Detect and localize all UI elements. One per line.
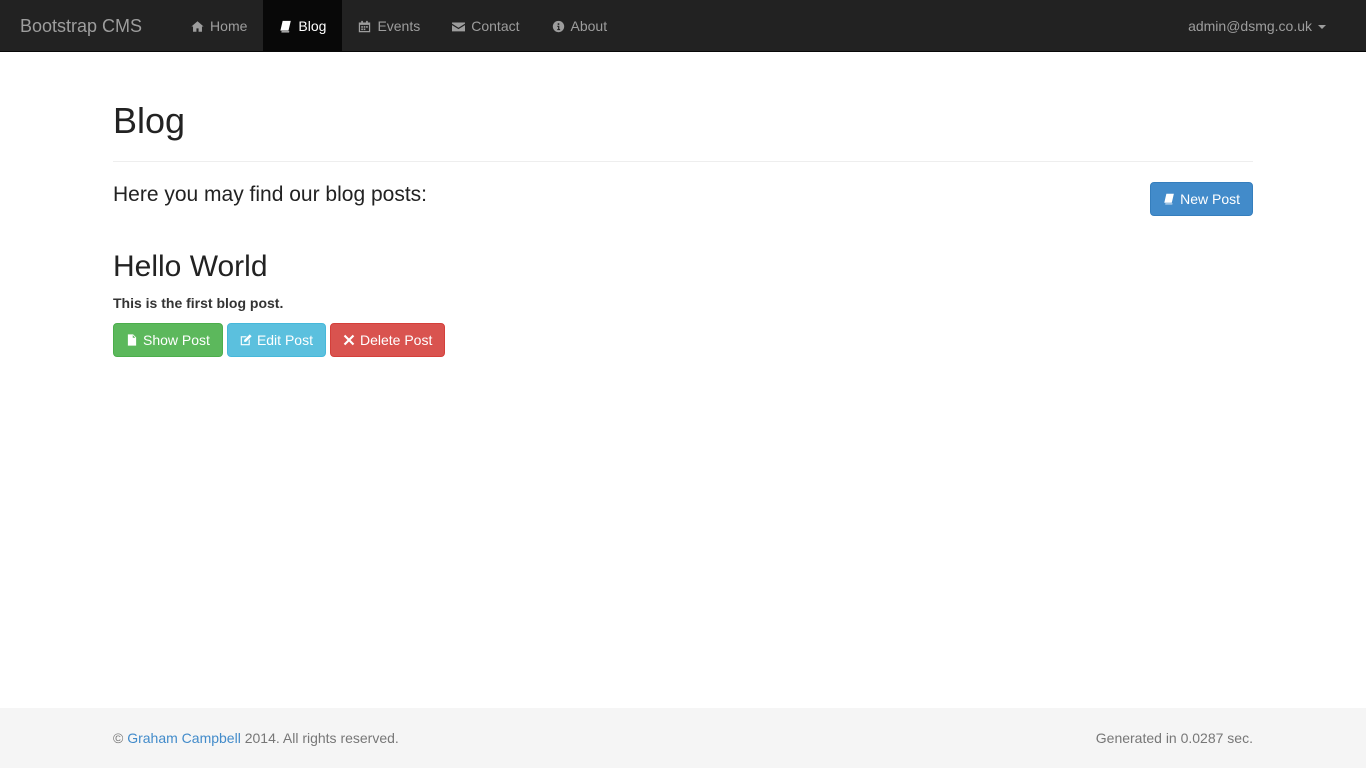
delete-post-label: Delete Post xyxy=(359,331,433,348)
home-icon xyxy=(191,20,204,33)
edit-post-button[interactable]: Edit Post xyxy=(226,322,326,357)
post-item: Hello World This is the first blog post.… xyxy=(113,250,1253,357)
nav-item-blog[interactable]: Blog xyxy=(263,0,343,52)
nav-item-label: Events xyxy=(377,18,421,34)
nav-item-home[interactable]: Home xyxy=(175,0,263,52)
nav-item-events[interactable]: Events xyxy=(342,0,436,52)
new-post-label: New Post xyxy=(1180,190,1240,207)
footer: © Graham Campbell 2014. All rights reser… xyxy=(0,708,1366,768)
nav-item-label: Contact xyxy=(471,18,520,34)
nav-item-label: About xyxy=(570,18,608,34)
brand-link[interactable]: Bootstrap CMS xyxy=(0,0,162,52)
footer-inner: © Graham Campbell 2014. All rights reser… xyxy=(113,708,1253,768)
post-title: Hello World xyxy=(113,249,268,283)
book-icon xyxy=(1163,193,1175,205)
show-post-label: Show Post xyxy=(143,331,210,348)
show-post-button[interactable]: Show Post xyxy=(113,322,223,357)
new-post-button[interactable]: New Post xyxy=(1150,181,1253,216)
post-summary: This is the first blog post. xyxy=(113,294,284,311)
book-icon xyxy=(279,20,292,33)
delete-post-button[interactable]: Delete Post xyxy=(329,322,446,357)
copyright-symbol: © xyxy=(113,730,124,746)
edit-icon xyxy=(240,333,252,346)
top-navbar: Bootstrap CMS Home Blog Events Contact A… xyxy=(0,0,1366,52)
caret-down-icon xyxy=(1318,24,1326,29)
times-icon xyxy=(343,334,355,346)
intro-text: Here you may find our blog posts: xyxy=(113,182,427,206)
calendar-icon xyxy=(358,20,371,33)
post-actions: Show Post Edit Post Delete Post xyxy=(113,322,1253,357)
divider xyxy=(113,160,1253,162)
copyright-rest: 2014. All rights reserved. xyxy=(244,730,399,746)
user-email: admin@dsmg.co.uk xyxy=(1188,17,1312,34)
nav-item-about[interactable]: About xyxy=(536,0,624,52)
author-link[interactable]: Graham Campbell xyxy=(127,730,241,746)
page-title: Blog xyxy=(113,100,186,141)
nav-item-label: Blog xyxy=(298,18,327,34)
generated-time: Generated in 0.0287 sec. xyxy=(1095,730,1253,746)
info-icon xyxy=(552,20,565,33)
main-content: Blog Here you may find our blog posts: N… xyxy=(113,52,1253,357)
nav-item-contact[interactable]: Contact xyxy=(436,0,535,52)
envelope-icon xyxy=(452,20,466,33)
edit-post-label: Edit Post xyxy=(256,331,313,348)
file-icon xyxy=(126,333,138,346)
copyright-text: © Graham Campbell 2014. All rights reser… xyxy=(113,730,399,746)
main-nav: Home Blog Events Contact About xyxy=(175,0,624,52)
nav-item-label: Home xyxy=(210,18,248,34)
intro-row: Here you may find our blog posts: New Po… xyxy=(113,181,1253,216)
user-dropdown[interactable]: admin@dsmg.co.uk xyxy=(1173,0,1366,51)
